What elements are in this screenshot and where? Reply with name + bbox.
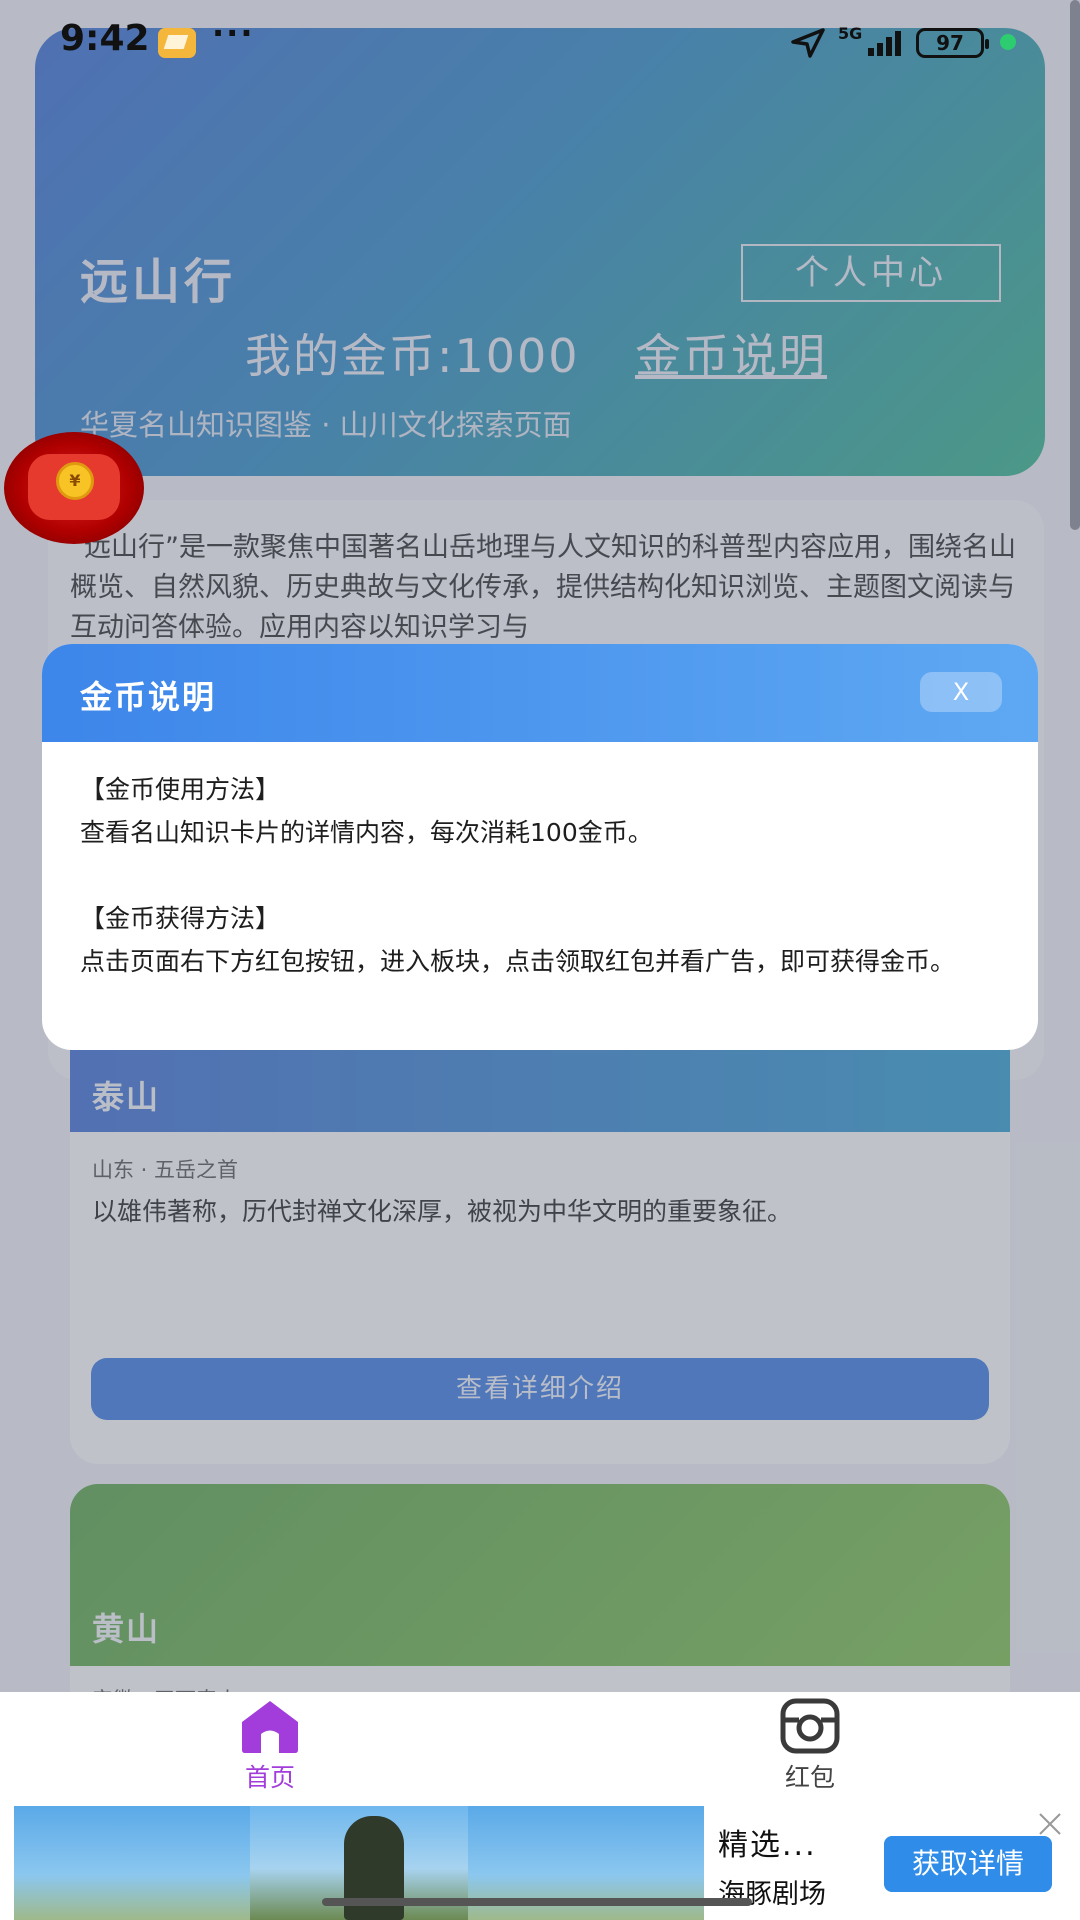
home-indicator[interactable] [322, 1898, 752, 1906]
bottom-tab-bar: 首页 红包 [0, 1692, 1080, 1806]
dialog-title: 金币说明 [80, 678, 217, 716]
battery-icon: 97 [916, 28, 989, 58]
tab-label: 红包 [784, 1763, 835, 1792]
usage-heading: 【金币使用方法】 [80, 775, 281, 804]
more-notifications-icon: ··· [212, 14, 255, 52]
status-bar: 9:42 ··· 5G 97 [0, 0, 1080, 84]
ad-close-icon[interactable] [1036, 1810, 1064, 1838]
earn-heading: 【金币获得方法】 [80, 904, 281, 933]
home-icon [242, 1701, 298, 1753]
tab-home[interactable]: 首页 [200, 1698, 340, 1798]
signal-icon [868, 31, 901, 56]
tab-redpack[interactable]: 红包 [740, 1698, 880, 1798]
ad-cta-button[interactable]: 获取详情 [884, 1836, 1052, 1892]
location-arrow-icon [791, 28, 825, 58]
coin-info-dialog: 金币说明 X 【金币使用方法】 查看名山知识卡片的详情内容，每次消耗100金币。… [42, 644, 1038, 1050]
coin-icon: ¥ [56, 462, 94, 500]
dialog-header: 金币说明 X [42, 644, 1038, 742]
notification-app-icon [158, 28, 196, 58]
dialog-body: 【金币使用方法】 查看名山知识卡片的详情内容，每次消耗100金币。 【金币获得方… [80, 768, 1010, 983]
earn-text: 点击页面右下方红包按钮，进入板块，点击领取红包并看广告，即可获得金币。 [80, 947, 956, 976]
red-envelope-float-button[interactable]: ¥ [4, 432, 144, 544]
status-time: 9:42 [60, 18, 150, 59]
ad-title: 精选... [718, 1828, 817, 1863]
camera-icon [780, 1698, 840, 1754]
camera-indicator-dot [1000, 34, 1016, 50]
tab-label: 首页 [244, 1763, 295, 1792]
network-type: 5G [838, 24, 863, 43]
close-button[interactable]: X [920, 672, 1002, 712]
usage-text: 查看名山知识卡片的详情内容，每次消耗100金币。 [80, 818, 653, 847]
